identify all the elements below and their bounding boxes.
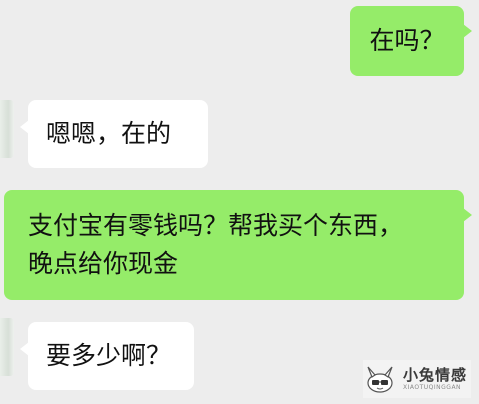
contact-avatar[interactable]: [0, 318, 14, 376]
message-text-line: 支付宝有零钱吗？帮我买个东西，: [28, 211, 404, 240]
message-text-line: 晚点给你现金: [28, 249, 179, 278]
message-bubble-incoming[interactable]: 要多少啊？: [20, 322, 194, 390]
rabbit-logo-icon: [367, 366, 393, 393]
watermark: 小兔情感 XIAOTUQINGGAN: [363, 360, 471, 398]
chat-area: 在吗？ 嗯嗯，在的 支付宝有零钱吗？帮我买个东西， 晚点给你现金 要多少啊？ 小…: [0, 0, 479, 404]
watermark-subtitle: XIAOTUQINGGAN: [403, 383, 462, 391]
message-text: 要多少啊？: [46, 341, 172, 370]
message-text: 嗯嗯，在的: [46, 119, 172, 148]
message-text: 在吗？: [369, 26, 445, 55]
message-bubble-outgoing[interactable]: 在吗？: [350, 6, 472, 76]
watermark-text: 小兔情感 XIAOTUQINGGAN: [403, 365, 468, 392]
message-bubble-outgoing[interactable]: 支付宝有零钱吗？帮我买个东西， 晚点给你现金: [4, 190, 472, 300]
watermark-title: 小兔情感: [403, 365, 468, 384]
contact-avatar[interactable]: [0, 100, 14, 158]
message-bubble-incoming[interactable]: 嗯嗯，在的: [20, 100, 208, 168]
